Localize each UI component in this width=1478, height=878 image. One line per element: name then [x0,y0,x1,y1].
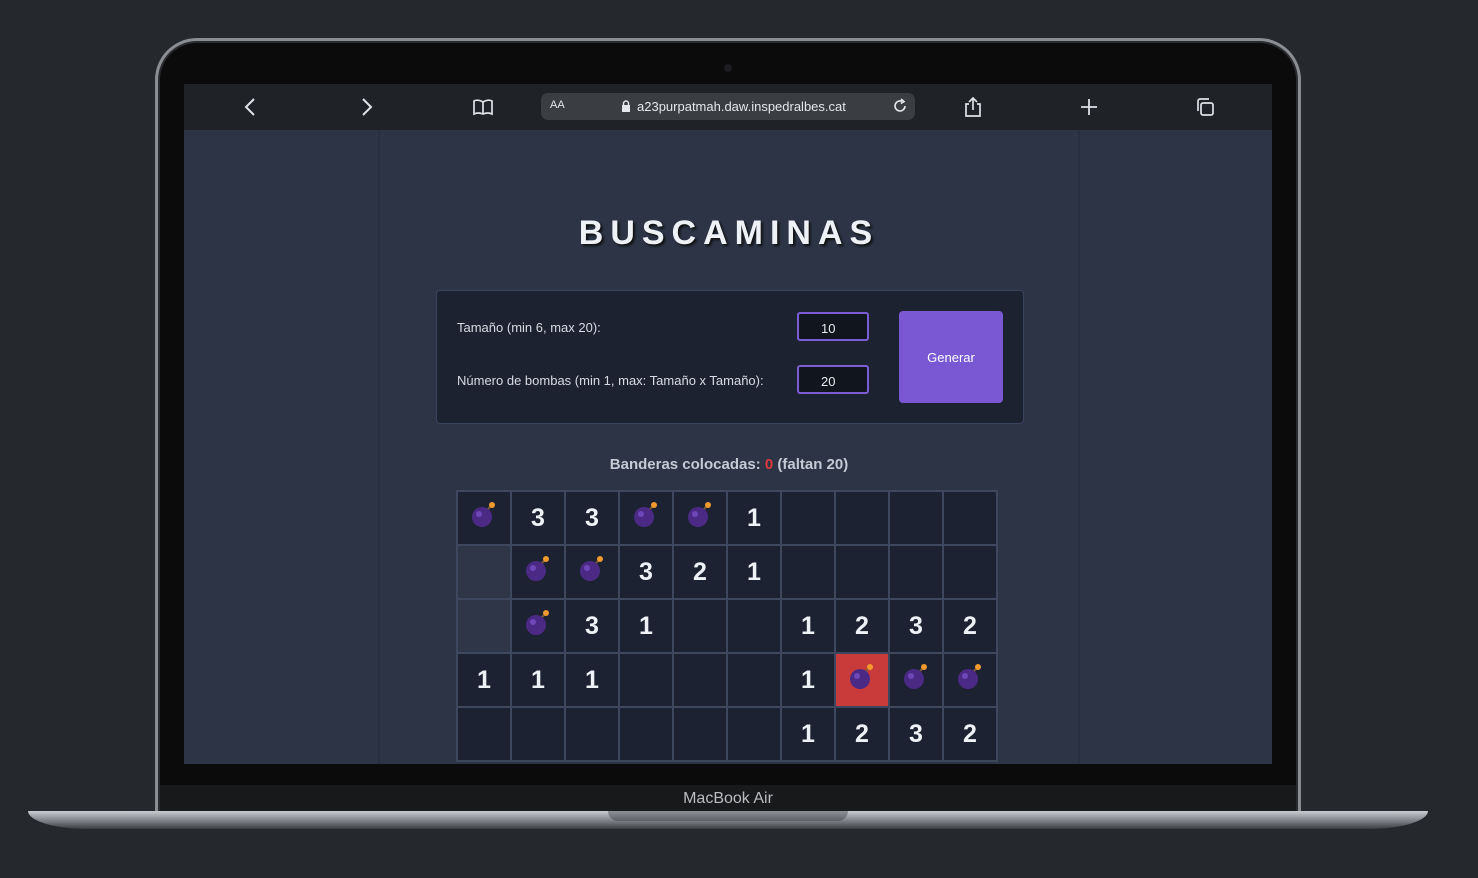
number-cell[interactable]: 3 [565,599,619,653]
number-cell[interactable]: 1 [781,707,835,761]
mine-cell[interactable] [511,599,565,653]
minesweeper-board: 33132131123211111232 [456,490,998,762]
bomb-icon [686,501,714,536]
number-cell[interactable]: 2 [835,707,889,761]
laptop-notch [608,811,848,821]
empty-cell[interactable] [889,545,943,599]
url-bar[interactable]: AA a23purpatmah.daw.inspedralbes.cat [541,93,915,120]
generate-button[interactable]: Generar [899,311,1003,403]
mine-cell[interactable] [889,653,943,707]
mine-cell[interactable] [565,545,619,599]
screen: AA a23purpatmah.daw.inspedralbes.cat BUS… [184,84,1272,764]
bookmarks-icon[interactable] [472,96,494,118]
empty-cell[interactable] [511,707,565,761]
bomb-icon [848,663,876,698]
size-input[interactable]: 10 [797,312,869,341]
bombs-label: Número de bombas (min 1, max: Tamaño x T… [457,373,764,388]
mine-cell[interactable] [943,653,997,707]
bomb-icon [524,555,552,590]
flags-prefix: Banderas colocadas: [609,456,761,473]
number-cell[interactable]: 2 [943,707,997,761]
empty-cell[interactable] [673,707,727,761]
exploded-mine-cell[interactable] [835,653,889,707]
flags-count: 0 [764,456,774,473]
empty-cell[interactable] [727,707,781,761]
empty-cell[interactable] [835,491,889,545]
empty-cell[interactable] [943,491,997,545]
number-cell[interactable]: 2 [835,599,889,653]
bomb-icon [470,501,498,536]
number-cell[interactable]: 1 [619,599,673,653]
camera [724,64,732,72]
number-cell[interactable]: 3 [511,491,565,545]
hidden-cell[interactable] [457,599,511,653]
empty-cell[interactable] [889,491,943,545]
size-label: Tamaño (min 6, max 20): [457,320,601,335]
number-cell[interactable]: 1 [781,599,835,653]
bomb-icon [632,501,660,536]
number-cell[interactable]: 1 [511,653,565,707]
empty-cell[interactable] [727,653,781,707]
empty-cell[interactable] [781,491,835,545]
number-cell[interactable]: 2 [673,545,727,599]
share-icon[interactable] [962,96,984,118]
empty-cell[interactable] [673,599,727,653]
number-cell[interactable]: 1 [727,491,781,545]
bomb-icon [578,555,606,590]
empty-cell[interactable] [781,545,835,599]
empty-cell[interactable] [619,653,673,707]
number-cell[interactable]: 1 [781,653,835,707]
empty-cell[interactable] [727,599,781,653]
number-cell[interactable]: 2 [943,599,997,653]
empty-cell[interactable] [619,707,673,761]
reload-icon[interactable] [891,97,909,115]
empty-cell[interactable] [835,545,889,599]
mine-cell[interactable] [619,491,673,545]
number-cell[interactable]: 1 [727,545,781,599]
number-cell[interactable]: 3 [889,599,943,653]
hidden-cell[interactable] [457,545,511,599]
url-text: a23purpatmah.daw.inspedralbes.cat [637,99,846,114]
number-cell[interactable]: 3 [565,491,619,545]
tabs-icon[interactable] [1194,96,1216,118]
lock-icon [621,100,631,115]
empty-cell[interactable] [565,707,619,761]
bombs-input[interactable]: 20 [797,365,869,394]
back-icon[interactable] [240,96,262,118]
mine-cell[interactable] [511,545,565,599]
forward-icon[interactable] [355,96,377,118]
number-cell[interactable]: 1 [457,653,511,707]
flags-status: Banderas colocadas: 0 (faltan 20) [380,456,1078,473]
bomb-icon [902,663,930,698]
mine-cell[interactable] [673,491,727,545]
settings-panel: Tamaño (min 6, max 20): 10 Número de bom… [436,290,1024,424]
bomb-icon [956,663,984,698]
number-cell[interactable]: 3 [889,707,943,761]
page-title: BUSCAMINAS [578,214,880,252]
mine-cell[interactable] [457,491,511,545]
text-size-button[interactable]: AA [550,99,565,111]
device-label: MacBook Air [160,785,1296,811]
game-page: BUSCAMINAS Tamaño (min 6, max 20): 10 Nú… [378,130,1080,764]
number-cell[interactable]: 3 [619,545,673,599]
browser-toolbar: AA a23purpatmah.daw.inspedralbes.cat [184,84,1272,130]
number-cell[interactable]: 1 [565,653,619,707]
bomb-icon [524,609,552,644]
flags-remaining: (faltan 20) [777,456,849,473]
empty-cell[interactable] [673,653,727,707]
empty-cell[interactable] [943,545,997,599]
new-tab-icon[interactable] [1078,96,1100,118]
empty-cell[interactable] [457,707,511,761]
